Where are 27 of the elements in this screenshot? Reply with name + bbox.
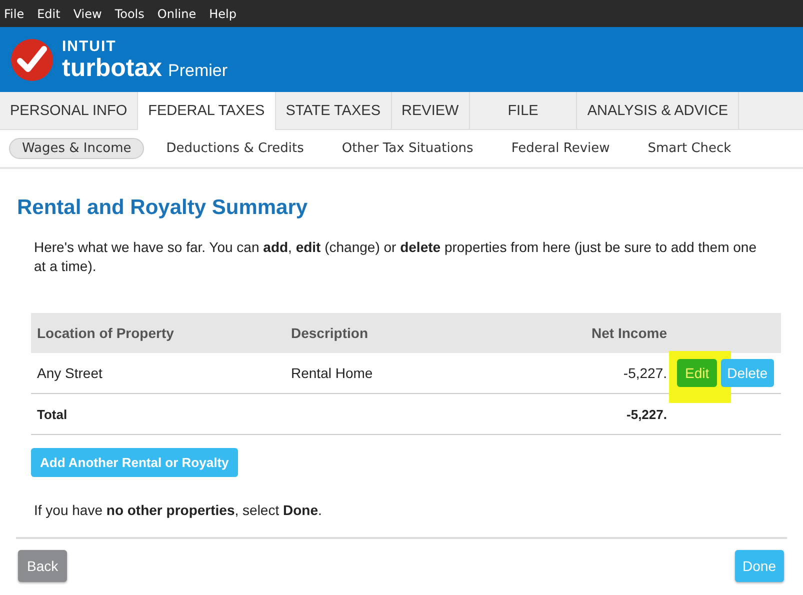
total-label: Total xyxy=(36,406,68,422)
menu-item[interactable]: Online xyxy=(157,6,196,20)
company-name: INTUIT xyxy=(62,38,118,54)
subtab[interactable]: Wages & Income xyxy=(9,138,144,159)
subtab[interactable]: Federal Review xyxy=(495,138,626,159)
menu-item[interactable]: Tools xyxy=(114,6,144,20)
menu-item[interactable]: Help xyxy=(209,6,236,20)
edition-name: Premier xyxy=(168,62,228,78)
subtab[interactable]: Other Tax Situations xyxy=(326,138,490,159)
menu-item[interactable]: File xyxy=(4,6,24,20)
tab[interactable]: FEDERAL TAXES xyxy=(138,92,276,130)
intro-text: Here's what we have so far. You can add, edit (change) or delete properties from here (just be sure to add them one at a time). xyxy=(34,238,758,276)
product-name: turbotax xyxy=(62,56,162,80)
table-cell-text: Any Street xyxy=(36,365,104,381)
column-header: Location of Property xyxy=(36,325,175,341)
subtab[interactable]: Smart Check xyxy=(632,138,748,159)
table-cell-text: Rental Home xyxy=(291,365,374,381)
page-title: Rental and Royalty Summary xyxy=(17,196,309,220)
check-logo-icon xyxy=(10,38,54,82)
menu-item[interactable]: View xyxy=(73,6,102,20)
total-value: -5,227. xyxy=(626,406,667,422)
table-cell-text: -5,227. xyxy=(622,365,667,381)
subtab[interactable]: Deductions & Credits xyxy=(150,138,320,159)
column-header: Net Income xyxy=(590,325,667,341)
column-header: Description xyxy=(291,325,370,341)
instruction-text: If you have no other properties, select Done. xyxy=(34,502,323,518)
menu-item[interactable]: Edit xyxy=(37,6,60,20)
